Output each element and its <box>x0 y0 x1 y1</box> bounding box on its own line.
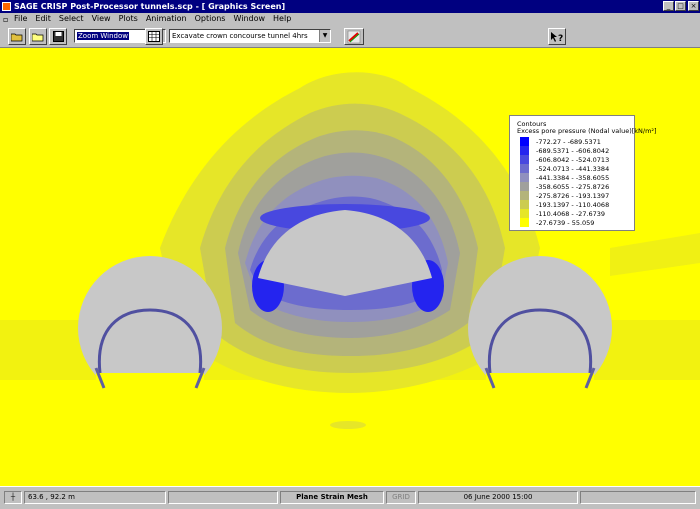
menu-file[interactable]: File <box>14 13 27 25</box>
maximize-button[interactable]: □ <box>675 1 686 11</box>
legend-swatch <box>520 146 529 155</box>
legend-swatch <box>520 137 529 146</box>
legend-label: -689.5371 - -606.8042 <box>536 147 610 155</box>
legend-label: -358.6055 - -275.8726 <box>536 183 610 191</box>
legend-label: -524.0713 - -441.3384 <box>536 165 610 173</box>
legend-swatch <box>520 164 529 173</box>
menu-help[interactable]: Help <box>273 13 291 25</box>
minimize-button[interactable]: _ <box>663 1 674 11</box>
sage-button[interactable] <box>344 28 364 45</box>
toolbar: Zoom Window ▼ Excavate crown concourse t… <box>0 25 700 48</box>
app-icon <box>2 2 11 11</box>
close-button[interactable]: × <box>688 1 699 11</box>
menu-list: File Edit Select View Plots Animation Op… <box>14 13 291 25</box>
mesh-type-label: Plane Strain Mesh <box>280 491 384 504</box>
legend-swatch <box>520 182 529 191</box>
legend-label: -27.6739 - 55.059 <box>536 219 595 227</box>
context-help-button[interactable]: ? <box>548 28 566 45</box>
stage-select[interactable]: Excavate crown concourse tunnel 4hrs ▼ <box>169 29 331 43</box>
graphics-canvas[interactable]: Contours Excess pore pressure (Nodal val… <box>0 48 700 486</box>
menu-select[interactable]: Select <box>59 13 84 25</box>
status-panel-empty <box>168 491 278 504</box>
datetime-label: 06 June 2000 15:00 <box>418 491 578 504</box>
open-folder-button[interactable] <box>29 28 47 45</box>
legend-swatch <box>520 218 529 227</box>
save-icon <box>52 31 64 42</box>
legend-label: -772.27 - -689.5371 <box>536 138 601 146</box>
stage-select-value: Excavate crown concourse tunnel 4hrs <box>172 32 308 40</box>
legend-swatch <box>520 191 529 200</box>
legend-swatch <box>520 209 529 218</box>
menu-options[interactable]: Options <box>195 13 226 25</box>
legend-label: -193.1397 - -110.4068 <box>536 201 610 209</box>
legend-label: -275.8726 - -193.1397 <box>536 192 610 200</box>
open-folder-icon <box>11 33 23 41</box>
contour-plot[interactable] <box>0 48 700 486</box>
chevron-down-icon: ▼ <box>319 30 330 42</box>
open-button[interactable] <box>8 28 26 45</box>
menu-animation[interactable]: Animation <box>146 13 187 25</box>
sage-logo-icon <box>347 30 361 43</box>
zoom-select-value: Zoom Window <box>77 32 130 40</box>
menu-view[interactable]: View <box>92 13 111 25</box>
coordinate-icon-panel: ┼ <box>4 491 22 504</box>
title-bar: SAGE CRISP Post-Processor tunnels.scp - … <box>0 0 700 13</box>
grid-indicator[interactable]: GRID <box>386 491 416 504</box>
menu-edit[interactable]: Edit <box>35 13 51 25</box>
legend-label: -441.3384 - -358.6055 <box>536 174 610 182</box>
legend-swatch <box>520 173 529 182</box>
svg-text:?: ? <box>558 34 563 43</box>
menu-bar: ▫ File Edit Select View Plots Animation … <box>0 13 700 25</box>
save-button[interactable] <box>49 28 67 45</box>
folder-icon <box>32 33 44 41</box>
status-panel-empty <box>580 491 696 504</box>
contour-band <box>486 373 594 403</box>
contour-band <box>96 373 204 403</box>
legend-subtitle: Excess pore pressure (Nodal value)[kN/m²… <box>517 127 657 135</box>
table-grid-icon <box>148 31 160 42</box>
table-button[interactable] <box>145 28 163 45</box>
help-pointer-icon: ? <box>551 31 563 43</box>
menu-plots[interactable]: Plots <box>119 13 138 25</box>
status-bar: ┼ 63.6 , 92.2 m Plane Strain Mesh GRID 0… <box>0 486 700 509</box>
menu-window[interactable]: Window <box>233 13 265 25</box>
crosshair-icon: ┼ <box>10 493 16 501</box>
contour-band <box>330 421 366 429</box>
legend-label: -110.4068 - -27.6739 <box>536 210 606 218</box>
coordinate-readout: 63.6 , 92.2 m <box>24 491 166 504</box>
contour-legend: Contours Excess pore pressure (Nodal val… <box>509 115 657 231</box>
legend-swatch <box>520 155 529 164</box>
window-title: SAGE CRISP Post-Processor tunnels.scp - … <box>14 2 286 11</box>
legend-swatch <box>520 200 529 209</box>
legend-label: -606.8042 - -524.0713 <box>536 156 610 164</box>
